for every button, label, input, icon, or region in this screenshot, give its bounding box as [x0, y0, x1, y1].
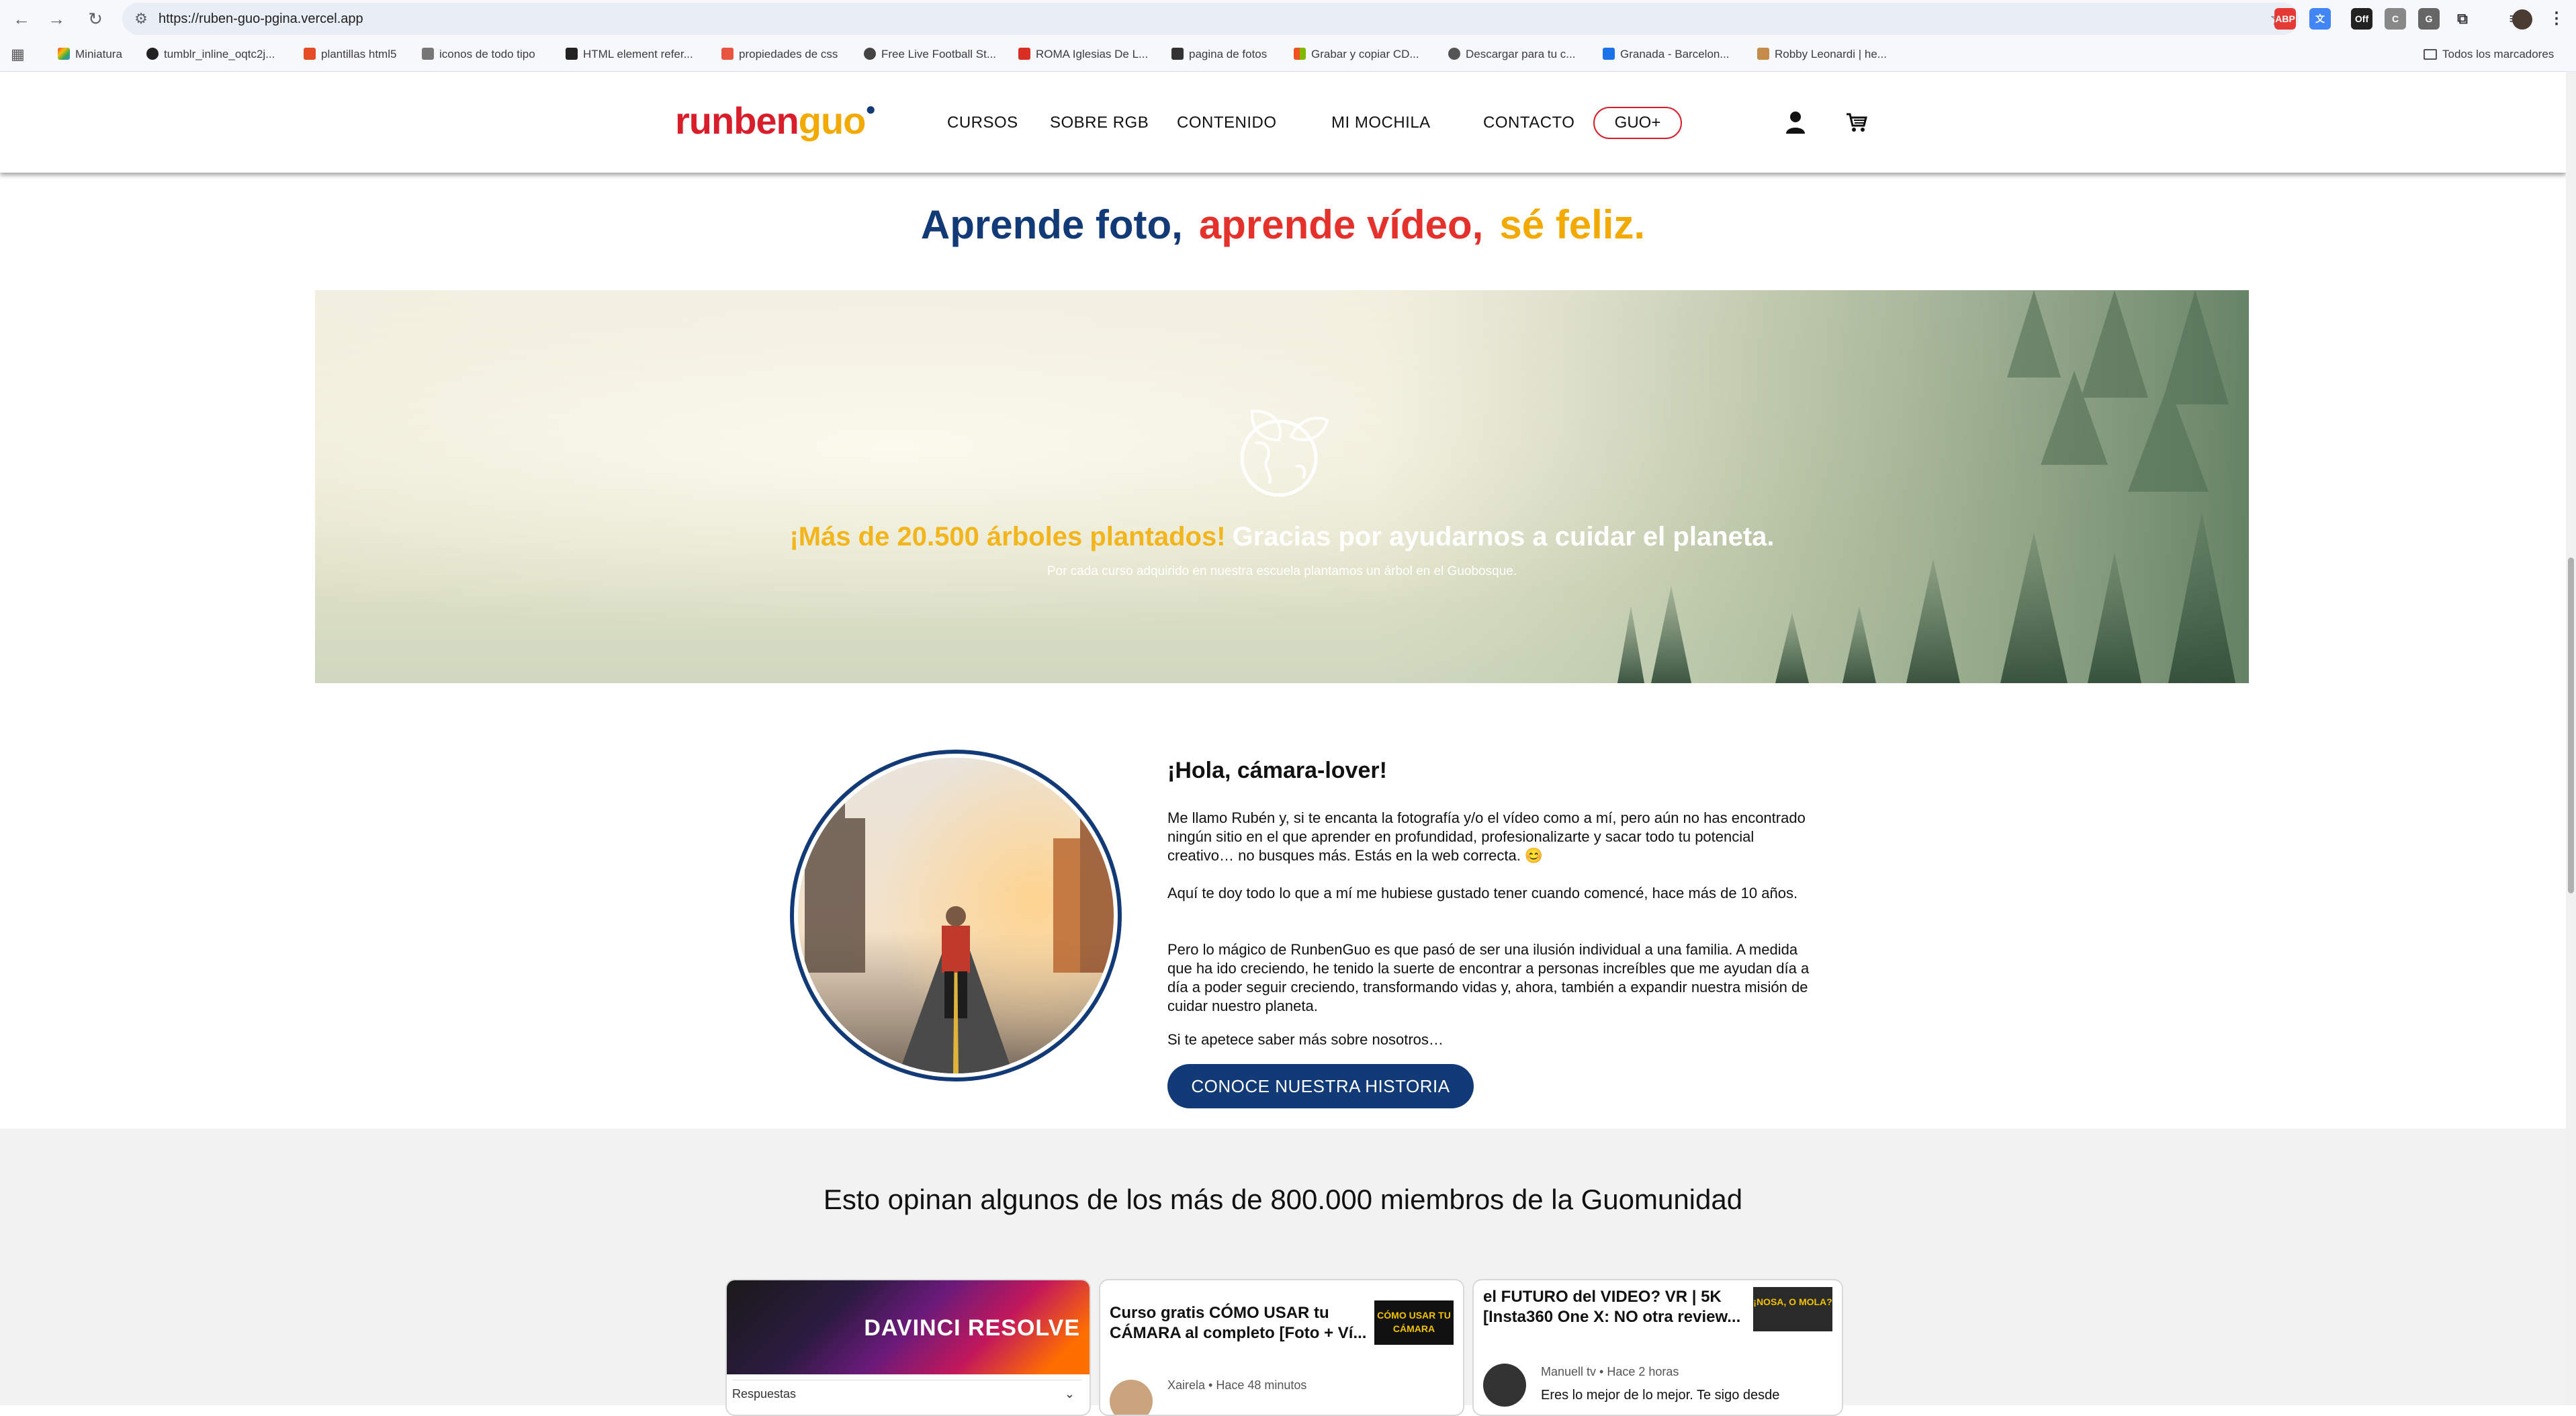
bookmark-item[interactable]: Robby Leonardi | he...	[1757, 44, 1887, 64]
football-icon	[864, 48, 876, 60]
about-paragraph: Me llamo Rubén y, si te encanta la fotog…	[1167, 809, 1806, 864]
bookmark-item[interactable]: Granada - Barcelon...	[1603, 44, 1730, 64]
hero-title-part2: aprende vídeo,	[1198, 202, 1484, 247]
address-bar[interactable]: ⚙ https://ruben-guo-pgina.vercel.app ☆	[122, 3, 2299, 35]
testimonial-card[interactable]: DAVINCI RESOLVE Respuestas ⌄	[725, 1279, 1091, 1416]
windows-icon	[1294, 48, 1306, 60]
translate-extension-icon[interactable]: 文	[2309, 8, 2331, 30]
ticket-icon	[1603, 48, 1615, 60]
site-settings-icon[interactable]: ⚙	[132, 9, 150, 28]
bookmark-item[interactable]: Descargar para tu c...	[1448, 44, 1575, 64]
forest-trees-image	[1376, 290, 2249, 683]
bookmark-item[interactable]: pagina de fotos	[1171, 44, 1267, 64]
guo-plus-button[interactable]: GUO+	[1593, 107, 1682, 139]
video-title: el FUTURO del VIDEO? VR | 5K [Insta360 O…	[1483, 1288, 1741, 1326]
responses-dropdown[interactable]: Respuestas ⌄	[732, 1380, 1081, 1407]
hero-title-part3: sé feliz.	[1499, 202, 1646, 247]
nav-cursos[interactable]: CURSOS	[947, 114, 1018, 132]
back-icon[interactable]: ←	[9, 7, 34, 31]
scrollbar-thumb[interactable]	[2568, 558, 2574, 893]
about-paragraph: Pero lo mágico de RunbenGuo es que pasó …	[1167, 941, 1810, 1014]
tumblr-icon	[146, 48, 159, 60]
html5-icon	[304, 48, 316, 60]
bookmark-item[interactable]: Free Live Football St...	[864, 44, 996, 64]
comment-meta: Manuell tv • Hace 2 horas	[1541, 1365, 1679, 1378]
asterisk-icon	[721, 48, 734, 60]
plane-icon	[422, 48, 434, 60]
bookmark-item[interactable]: ROMA Iglesias De L...	[1018, 44, 1148, 64]
nav-contacto[interactable]: CONTACTO	[1483, 114, 1574, 132]
bookmark-item[interactable]: tumblr_inline_oqtc2j...	[146, 44, 275, 64]
camera-icon	[1171, 48, 1184, 60]
forest-banner: ¡Más de 20.500 árboles plantados! Gracias…	[315, 290, 2249, 683]
forward-icon[interactable]: →	[44, 7, 69, 31]
extension-icon[interactable]: G	[2418, 8, 2440, 30]
testimonials-title: Esto opinan algunos de los más de 800.00…	[823, 1184, 1743, 1215]
chevron-down-icon: ⌄	[1064, 1387, 1075, 1401]
folder-icon	[2424, 49, 2437, 60]
nav-contenido[interactable]: CONTENIDO	[1177, 114, 1277, 132]
profile-avatar[interactable]	[2512, 9, 2532, 30]
avatar	[1110, 1380, 1153, 1415]
nav-sobre-rgb[interactable]: SOBRE RGB	[1050, 114, 1149, 132]
davinci-banner-text: DAVINCI RESOLVE	[864, 1315, 1080, 1341]
reload-icon[interactable]: ↻	[83, 7, 107, 31]
bookmarks-bar: ▦ Miniatura tumblr_inline_oqtc2j... plan…	[0, 38, 2576, 72]
about-paragraph: Aquí te doy todo lo que a mí me hubiese …	[1167, 885, 1798, 901]
user-icon[interactable]	[1785, 111, 1806, 134]
video-thumbnail[interactable]: ¡NOSA, O MOLA?	[1753, 1287, 1832, 1331]
apps-grid-icon[interactable]: ▦	[11, 44, 25, 64]
cart-icon[interactable]	[1846, 112, 1867, 132]
map-pin-icon	[1018, 48, 1030, 60]
bookmark-item[interactable]: iconos de todo tipo	[422, 44, 535, 64]
avatar	[1483, 1364, 1526, 1407]
comment-snippet: Eres lo mejor de lo mejor. Te sigo desde	[1541, 1388, 1780, 1403]
bookmark-item[interactable]: Miniatura	[58, 44, 122, 64]
headphones-icon	[1448, 48, 1460, 60]
menu-kebab-icon[interactable]: ⋮	[2546, 8, 2567, 30]
all-bookmarks-folder[interactable]: Todos los marcadores	[2424, 44, 2554, 64]
earth-leaf-icon	[1240, 409, 1329, 497]
video-title: Curso gratis CÓMO USAR tu CÁMARA al comp…	[1110, 1304, 1367, 1342]
browser-toolbar: ← → ↻ ⚙ https://ruben-guo-pgina.vercel.a…	[0, 0, 2576, 38]
extension-icon[interactable]: C	[2385, 8, 2406, 30]
adblock-extension-icon[interactable]: ABP	[2274, 8, 2296, 30]
profile-photo	[798, 758, 1114, 1073]
video-thumbnail[interactable]: CÓMO USAR TU CÁMARA	[1374, 1300, 1454, 1345]
extensions-puzzle-icon[interactable]: ⧉	[2452, 8, 2473, 30]
bookmark-item[interactable]: HTML element refer...	[566, 44, 693, 64]
bookmark-item[interactable]: plantillas html5	[304, 44, 396, 64]
hero-title: Aprende foto, aprende vídeo, sé feliz.	[0, 202, 2566, 248]
bookmark-item[interactable]: propiedades de css	[721, 44, 838, 64]
trees-planted-subtext: Por cada curso adquirido en nuestra escu…	[1047, 564, 1517, 578]
testimonial-card[interactable]: Curso gratis CÓMO USAR tu CÁMARA al comp…	[1099, 1279, 1464, 1416]
trees-planted-heading: ¡Más de 20.500 árboles plantados! Gracias…	[789, 522, 1775, 551]
nav-mi-mochila[interactable]: MI MOCHILA	[1331, 114, 1431, 132]
about-paragraph: Si te apetece saber más sobre nosotros…	[1167, 1031, 1444, 1048]
about-title: ¡Hola, cámara-lover!	[1167, 758, 1387, 783]
comment-meta: Xairela • Hace 48 minutos	[1167, 1378, 1307, 1392]
site-header: runbenguo● CURSOS SOBRE RGB CONTENIDO MI…	[0, 72, 2566, 173]
testimonial-card[interactable]: el FUTURO del VIDEO? VR | 5K [Insta360 O…	[1472, 1279, 1843, 1416]
extension-icon[interactable]: Off	[2351, 8, 2372, 30]
our-story-button[interactable]: CONOCE NUESTRA HISTORIA	[1167, 1064, 1474, 1108]
runbenguo-logo[interactable]: runbenguo●	[675, 99, 876, 142]
pinwheel-icon	[58, 48, 70, 60]
mdn-icon	[566, 48, 578, 60]
robby-icon	[1757, 48, 1769, 60]
hero-title-part1: Aprende foto,	[920, 202, 1183, 247]
url-text[interactable]: https://ruben-guo-pgina.vercel.app	[159, 3, 363, 35]
bookmark-item[interactable]: Grabar y copiar CD...	[1294, 44, 1419, 64]
